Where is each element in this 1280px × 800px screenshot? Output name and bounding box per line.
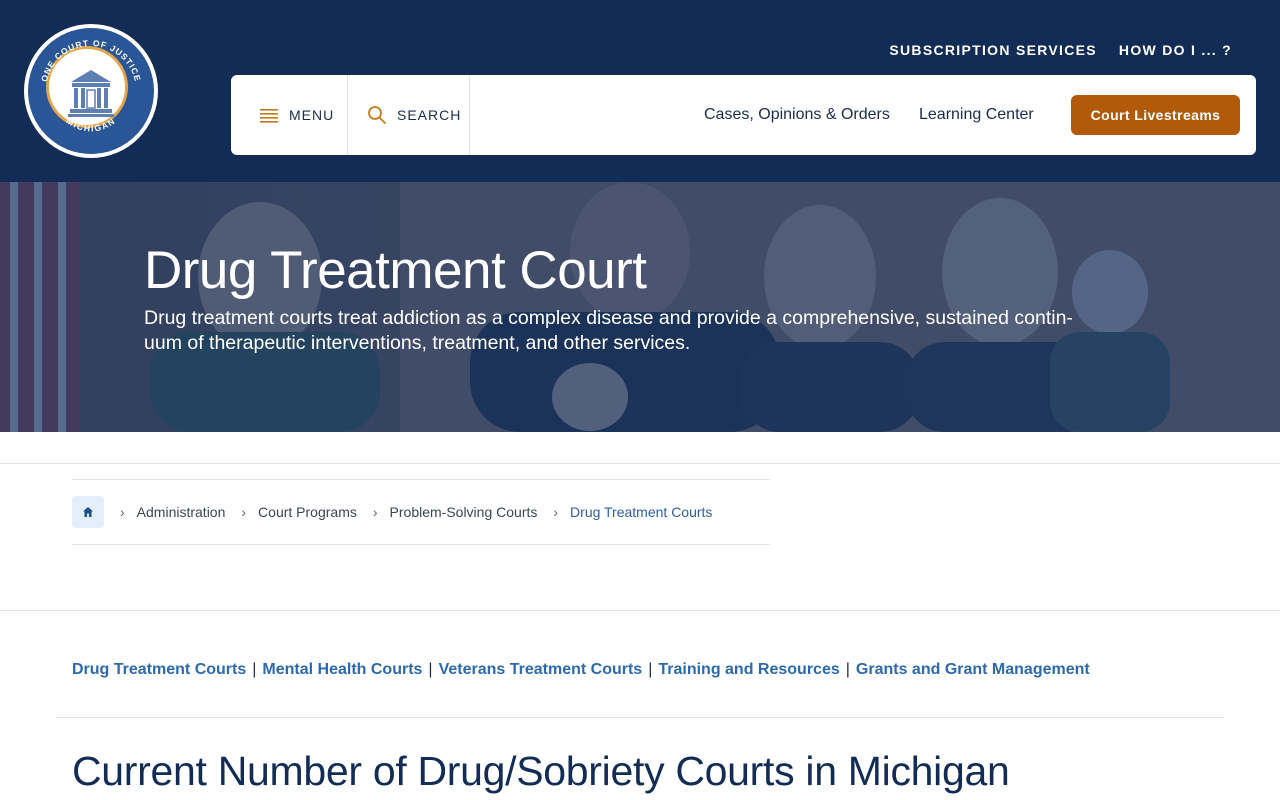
seal-bottom-text: MICHIGAN <box>65 115 116 133</box>
court-seal-logo[interactable]: ONE COURT OF JUSTICE MICHIGAN <box>24 24 158 158</box>
breadcrumb: › Administration › Court Programs › Prob… <box>72 479 770 545</box>
svg-text:MICHIGAN: MICHIGAN <box>65 115 118 133</box>
subscription-services-link[interactable]: SUBSCRIPTION SERVICES <box>889 42 1097 58</box>
page-description: Drug treatment courts treat addiction as… <box>144 306 1144 356</box>
page-title: Drug Treatment Court <box>144 241 647 300</box>
nav-divider <box>469 75 470 155</box>
breadcrumb-court-programs[interactable]: Court Programs <box>258 504 357 520</box>
subnav-mental-health-courts[interactable]: Mental Health Courts <box>262 661 422 679</box>
section-divider <box>0 610 1280 611</box>
subnav-veterans-treatment-courts[interactable]: Veterans Treatment Courts <box>439 661 643 679</box>
main-nav-bar: MENU SEARCH Cases, Opinions & Orders Lea… <box>231 75 1256 155</box>
description-line-2: uum of therapeutic interventions, treatm… <box>144 332 691 354</box>
section-heading: Current Number of Drug/Sobriety Courts i… <box>72 748 1010 794</box>
site-header: ONE COURT OF JUSTICE MICHIGAN SUBSCRIPTI… <box>0 0 1280 182</box>
description-line-1: Drug treatment courts treat addiction as… <box>144 307 1073 329</box>
breadcrumb-drug-treatment-courts[interactable]: Drug Treatment Courts <box>570 504 712 520</box>
subnav-separator: | <box>845 661 850 678</box>
menu-label: MENU <box>289 107 335 123</box>
chevron-right-icon: › <box>241 504 247 520</box>
program-subnav: Drug Treatment Courts | Mental Health Co… <box>72 661 1090 679</box>
cases-opinions-orders-link[interactable]: Cases, Opinions & Orders <box>704 75 890 155</box>
search-button[interactable]: SEARCH <box>367 75 461 155</box>
hero-banner: Drug Treatment Court Drug treatment cour… <box>0 182 1280 432</box>
chevron-right-icon: › <box>553 504 559 520</box>
subnav-drug-treatment-courts[interactable]: Drug Treatment Courts <box>72 661 246 679</box>
chevron-right-icon: › <box>372 504 378 520</box>
hamburger-menu-icon <box>260 109 278 123</box>
search-icon <box>368 106 386 124</box>
court-livestreams-button[interactable]: Court Livestreams <box>1071 95 1240 135</box>
menu-button[interactable]: MENU <box>259 75 334 155</box>
breadcrumb-problem-solving-courts[interactable]: Problem-Solving Courts <box>390 504 538 520</box>
home-icon <box>83 507 93 517</box>
breadcrumb-home[interactable] <box>72 496 104 528</box>
subnav-grants-and-grant-management[interactable]: Grants and Grant Management <box>856 661 1090 679</box>
utility-links: SUBSCRIPTION SERVICES HOW DO I ... ? <box>889 42 1232 58</box>
breadcrumb-administration[interactable]: Administration <box>137 504 226 520</box>
subnav-separator: | <box>252 661 257 678</box>
seal-emblem-icon: ONE COURT OF JUSTICE MICHIGAN <box>39 38 142 134</box>
search-label: SEARCH <box>397 107 462 123</box>
nav-divider <box>347 75 348 155</box>
how-do-i-link[interactable]: HOW DO I ... ? <box>1119 42 1232 58</box>
subnav-training-and-resources[interactable]: Training and Resources <box>658 661 839 679</box>
subnav-separator: | <box>648 661 653 678</box>
chevron-right-icon: › <box>120 504 125 520</box>
subnav-separator: | <box>428 661 433 678</box>
learning-center-link[interactable]: Learning Center <box>919 75 1034 155</box>
section-divider <box>0 463 1280 464</box>
content-divider <box>56 717 1224 718</box>
